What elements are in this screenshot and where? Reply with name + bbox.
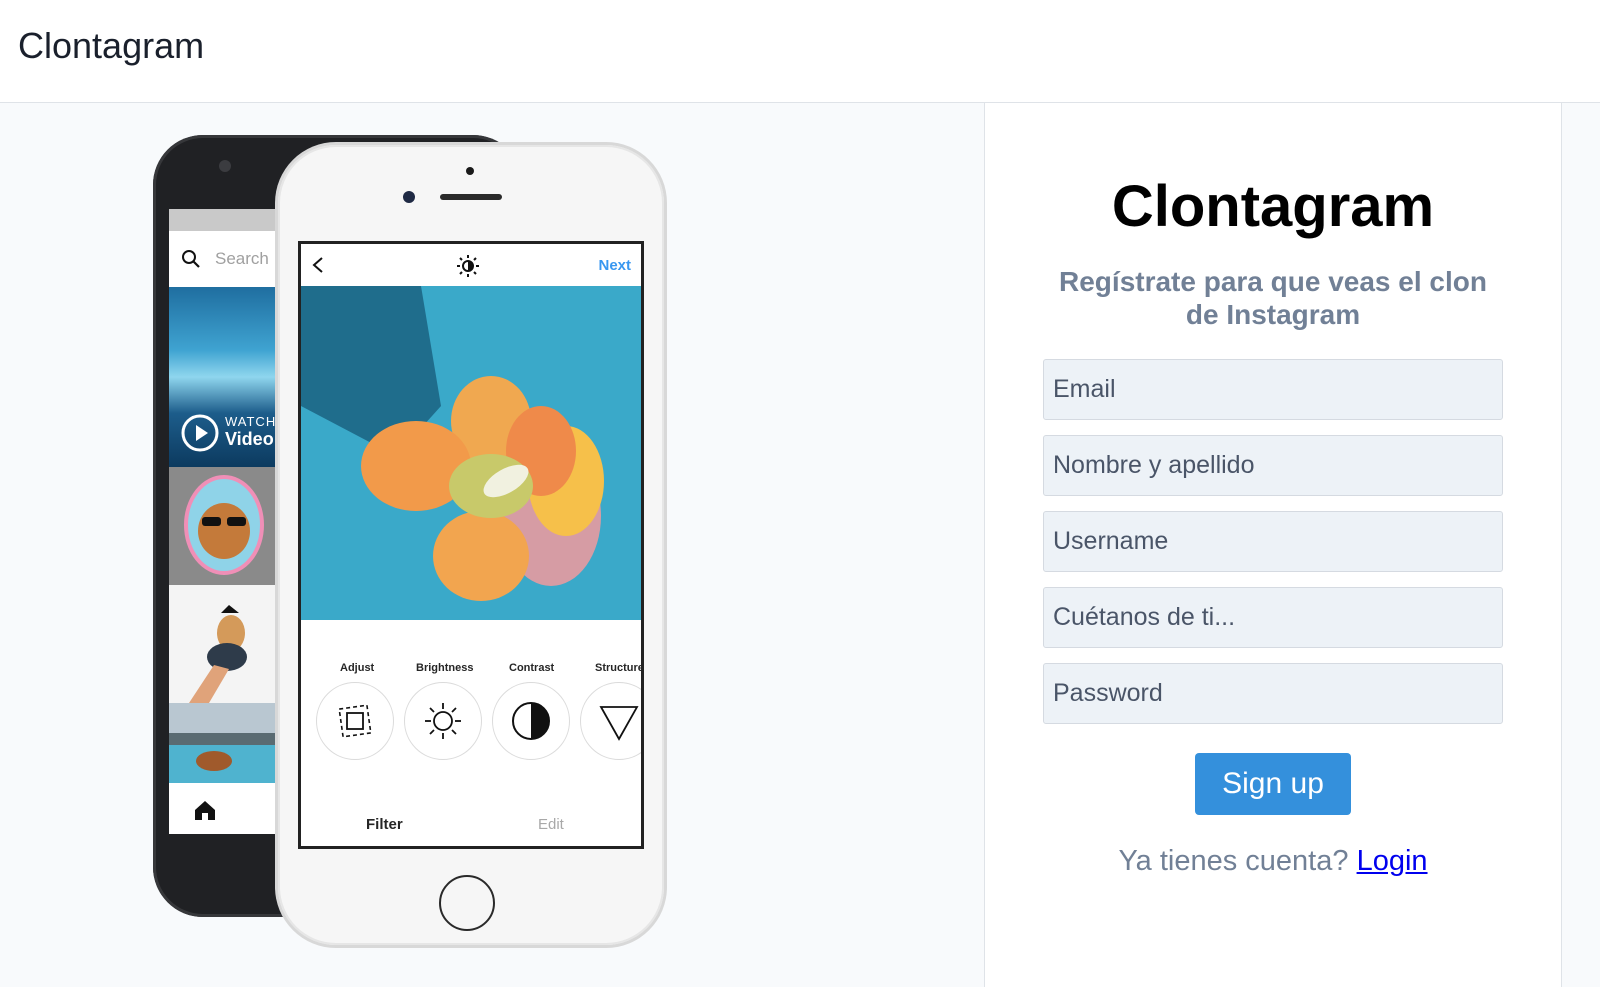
front-phone-screen: Next Adjust Brightness Contrast Structur… (298, 241, 644, 849)
lux-sun-icon (457, 255, 479, 277)
adjust-tool (316, 682, 394, 760)
login-prompt-line: Ya tienes cuenta? Login (985, 845, 1561, 878)
signup-title: Clontagram (1111, 174, 1435, 239)
tool-label-brightness: Brightness (416, 662, 474, 674)
top-navbar: Clontagram (0, 0, 1600, 103)
search-icon (182, 250, 200, 268)
edit-top-bar: Next (301, 244, 641, 286)
adjust-icon (338, 704, 372, 738)
tab-filter: Filter (366, 816, 403, 833)
home-button (439, 875, 495, 931)
brightness-tool (404, 682, 482, 760)
video-text: Video (225, 429, 274, 449)
front-phone: Next Adjust Brightness Contrast Structur… (278, 145, 664, 945)
edit-tools-row: Adjust Brightness Contrast Structure Fil… (301, 620, 641, 844)
front-phone-sensor (466, 167, 474, 175)
succulent-illustration (301, 286, 641, 620)
signup-subtitle: Regístrate para que veas el clon de Inst… (1059, 266, 1487, 330)
back-phone-camera (219, 160, 231, 172)
front-phone-speaker (440, 194, 502, 200)
tool-label-structure: Structure (595, 662, 644, 674)
watch-text: WATCH (225, 414, 277, 429)
login-prompt-text: Ya tienes cuenta? (1118, 845, 1349, 877)
signup-panel: Clontagram Regístrate para que veas el c… (984, 103, 1562, 987)
next-label: Next (598, 257, 631, 274)
filter-edit-tabs: Filter Edit (301, 804, 641, 844)
home-icon (195, 801, 215, 820)
navbar-brand[interactable]: Clontagram (18, 25, 204, 67)
login-link[interactable]: Login (1357, 845, 1428, 877)
succulent-photo (301, 286, 641, 620)
contrast-tool (492, 682, 570, 760)
password-field[interactable] (1043, 663, 1503, 724)
email-field[interactable] (1043, 359, 1503, 420)
username-field[interactable] (1043, 511, 1503, 572)
play-icon (181, 414, 219, 452)
tool-label-contrast: Contrast (509, 662, 555, 674)
watch-video-label: WATCH Video (225, 414, 276, 450)
structure-tool (580, 682, 641, 760)
contrast-icon (512, 702, 550, 740)
full-name-field[interactable] (1043, 435, 1503, 496)
tab-edit: Edit (538, 816, 564, 833)
triangle-icon (599, 706, 639, 741)
tool-label-adjust: Adjust (340, 662, 375, 674)
chevron-left-icon (312, 257, 323, 273)
bio-field[interactable] (1043, 587, 1503, 648)
signup-button[interactable]: Sign up (1195, 753, 1351, 815)
sun-icon (425, 703, 461, 739)
front-phone-camera (403, 191, 415, 203)
search-placeholder: Search (215, 249, 269, 268)
phones-showcase-image: Search WATCH Video Next Adjust Brightnes… (128, 115, 688, 987)
